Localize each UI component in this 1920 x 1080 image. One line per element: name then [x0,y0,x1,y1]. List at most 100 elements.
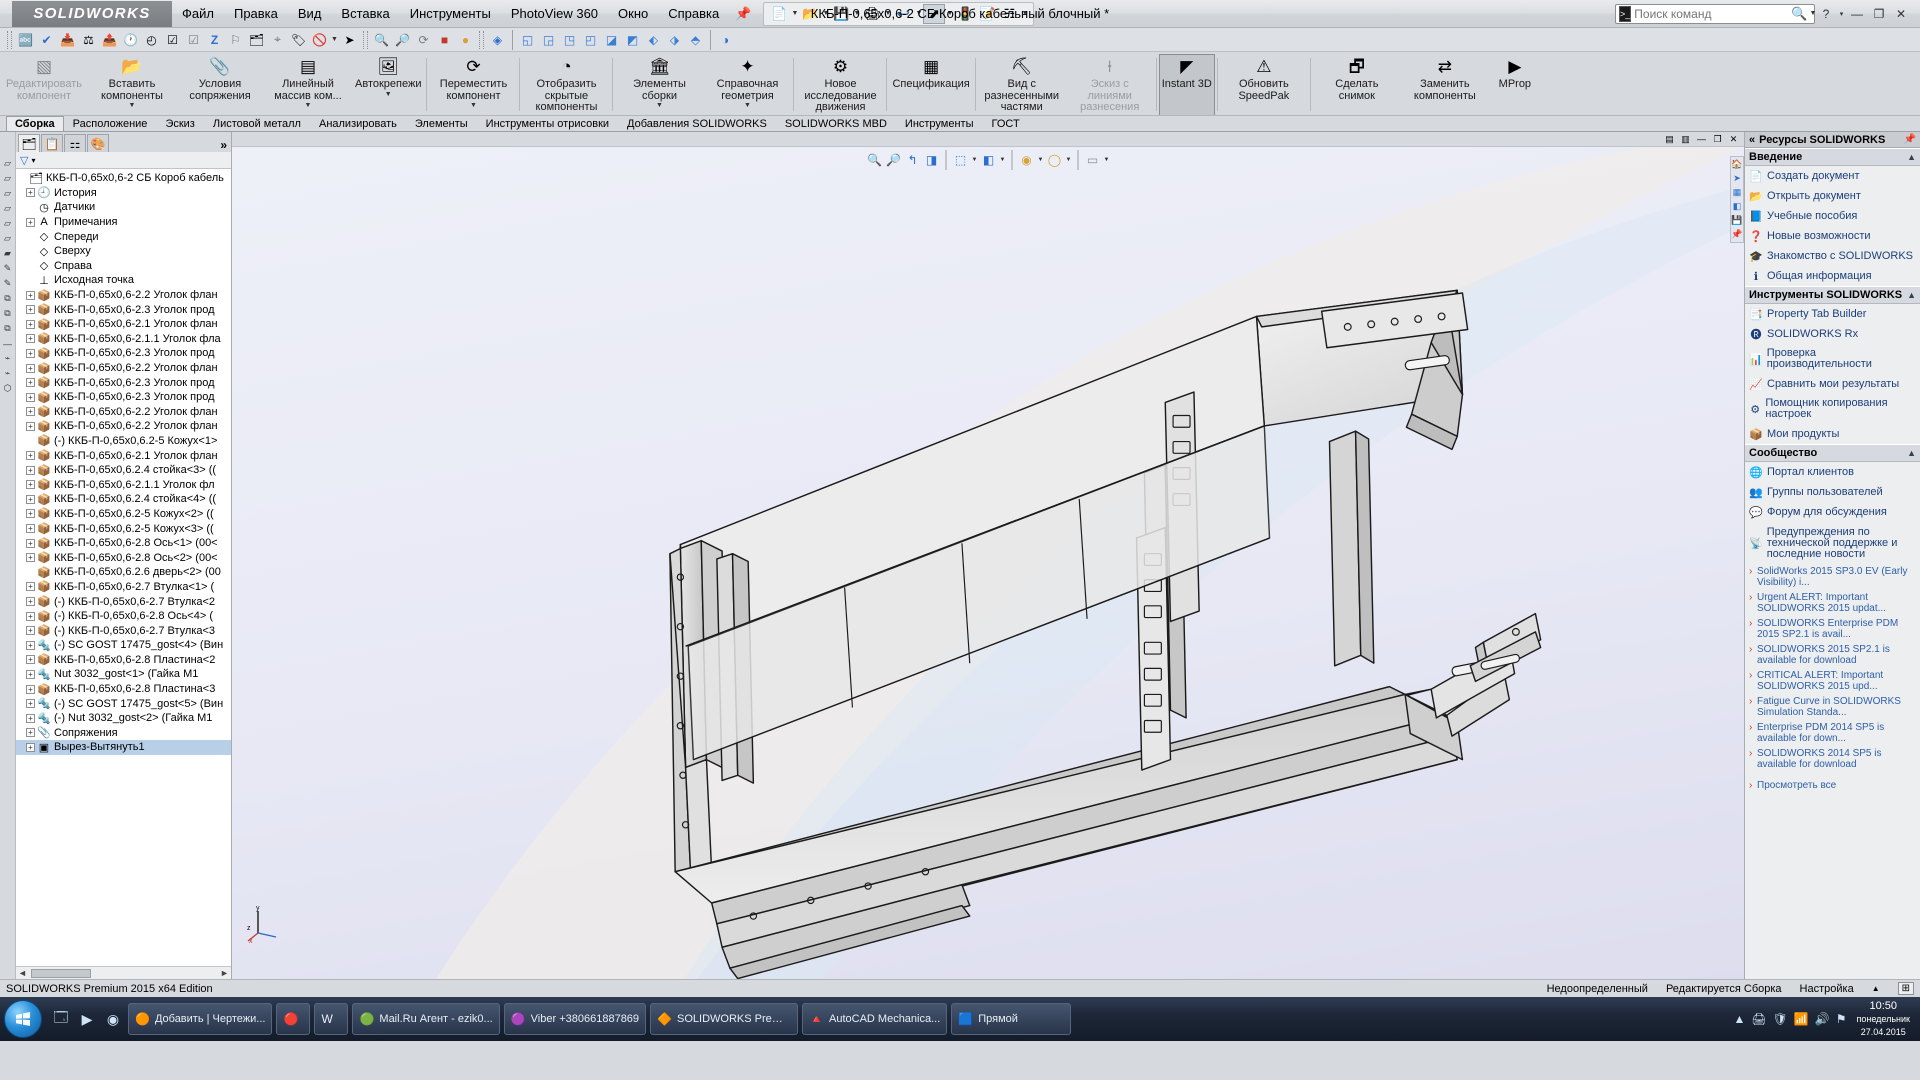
taskbar-opera-window[interactable]: 🔴 [276,1003,311,1035]
taskbar-browser-window[interactable]: 🟠 Добавить | Чертежи... [128,1003,273,1035]
rail-box-icon-4[interactable]: ▱ [1,201,15,216]
ribbon-take-snapshot[interactable]: 🗗 Сделать снимок [1313,54,1401,115]
tree-item[interactable]: + 📦 ККБ-П-0,65x0,6-2.2 Уголок флан [16,288,231,303]
tree-item[interactable]: + 📦 ККБ-П-0,65x0,6.2-5 Кожух<2> (( [16,507,231,522]
menu-photoview[interactable]: PhotoView 360 [501,0,608,28]
layer-icon[interactable]: 🗂 [246,30,267,50]
ribbon-caret-icon[interactable]: ▼ [470,102,477,109]
tree-item[interactable]: + 📦 ККБ-П-0,65x0,6-2.1.1 Уголок фла [16,332,231,347]
discussion-forum-link[interactable]: 💬 Форум для обсуждения [1745,502,1920,522]
restore-icon[interactable]: ❐ [1711,133,1724,145]
tree-expand-icon[interactable]: + [26,217,35,227]
graphics-area[interactable]: ▤ ▥ — ❐ ✕ 🔍 🔎 ↰ ◨ ⬚ ▼ ◧ ▼ ◉ ▼ ◯ ▼ ▭ ▼ 🏠 … [232,132,1744,979]
taskbar-solidworks-window[interactable]: 🔶 SOLIDWORKS Premi... [650,1003,799,1035]
general-info-link[interactable]: ℹ Общая информация [1745,266,1920,286]
red-square-icon[interactable]: ■ [434,30,455,50]
tree-item[interactable]: + 📎 Сопряжения [16,726,231,741]
arrow-icon[interactable]: ➤ [1733,173,1741,184]
news-link[interactable]: SOLIDWORKS Enterprise PDM 2015 SP2.1 is … [1745,616,1920,642]
tree-expand-icon[interactable]: + [26,684,35,694]
display-manager-tab[interactable]: 🎨 [87,134,109,152]
help-caret-icon[interactable]: ▾ [1837,10,1846,18]
minimize-button[interactable]: — [1846,4,1868,24]
tree-expand-icon[interactable]: + [26,640,35,650]
ribbon-caret-icon[interactable]: ▼ [385,91,392,98]
command-tab-9[interactable]: Инструменты [896,116,983,131]
chevron-up-icon[interactable]: ▲ [1907,290,1916,300]
tree-expand-icon[interactable]: + [26,188,35,198]
rail-box-icon-5[interactable]: ▱ [1,216,15,231]
ribbon-move-component[interactable]: ⟳ Переместить компонент ▼ [429,54,517,115]
grid-icon[interactable]: ▦ [1733,187,1742,198]
ribbon-caret-icon[interactable]: ▼ [129,102,136,109]
rail-box-icon-2[interactable]: ▱ [1,171,15,186]
ribbon-mate-conditions[interactable]: 📎 Условия сопряжения [176,54,264,115]
user-groups-link[interactable]: 👥 Группы пользователей [1745,482,1920,502]
tree-item[interactable]: + 📦 (-) ККБ-П-0,65x0,6-2.7 Втулка<2 [16,594,231,609]
tree-item[interactable]: + 📦 ККБ-П-0,65x0,6-2.8 Ось<2> (00< [16,550,231,565]
task-pane-body[interactable]: Введение ▲ 📄 Создать документ 📂 Открыть докум… [1745,148,1920,979]
tray-volume-icon[interactable]: 🔊 [1815,1012,1830,1026]
tree-item[interactable]: 📦 ККБ-П-0,65x0,6.2.6 дверь<2> (00 [16,565,231,580]
chevron-up-icon[interactable]: ▲ [1907,152,1916,162]
command-tab-5[interactable]: Элементы [406,116,477,131]
rail-box-icon-1[interactable]: ▱ [1,156,15,171]
menu-view[interactable]: Вид [288,0,332,28]
copy-settings-wizard-link[interactable]: ⚙ Помощник копирования настроек [1745,394,1920,424]
simulation-icon[interactable]: ◴ [141,30,162,50]
tile-2-icon[interactable]: ▥ [1679,133,1692,145]
tree-item[interactable]: + 📦 ККБ-П-0,65x0,6-2.2 Уголок флан [16,405,231,420]
tree-expand-icon[interactable]: + [26,465,35,475]
tree-item[interactable]: + 📦 ККБ-П-0,65x0,6-2.2 Уголок флан [16,361,231,376]
tree-expand-icon[interactable]: + [26,494,35,504]
ribbon-caret-icon[interactable]: ▼ [305,102,312,109]
rail-pen-icon-1[interactable]: ✎ [1,261,15,276]
tree-expand-icon[interactable]: + [26,509,35,519]
menu-tools[interactable]: Инструменты [400,0,501,28]
taskbar-direct-window[interactable]: 🟦 Прямой [951,1003,1072,1035]
view-tri-icon[interactable]: ⬗ [664,30,685,50]
tree-item[interactable]: + ▣ Вырез-Вытянуть1 [16,740,231,755]
tree-item[interactable]: + 📦 ККБ-П-0,65x0,6-2.8 Ось<1> (00< [16,536,231,551]
ribbon-bill-of-materials[interactable]: ▦ Спецификация [889,54,972,115]
ribbon-assembly-features[interactable]: 🏛 Элементы сборки ▼ [615,54,703,115]
scroll-thumb[interactable] [31,968,91,978]
show-desktop-icon[interactable]: 🗔 [48,1004,74,1034]
z-icon[interactable]: Z [204,30,225,50]
apply-scene-caret-icon[interactable]: ▼ [1065,157,1073,163]
menu-help[interactable]: Справка [658,0,729,28]
tree-item[interactable]: + 🕘 История [16,186,231,201]
tree-item[interactable]: + 📦 ККБ-П-0,65x0,6.2-5 Кожух<3> (( [16,521,231,536]
minimize-icon[interactable]: — [1695,133,1708,145]
save-icon[interactable]: 💾 [1731,215,1742,226]
display-pane-icon[interactable]: ▭ [1084,151,1102,169]
tree-expand-icon[interactable]: + [26,553,35,563]
tree-item[interactable]: + 📦 ККБ-П-0,65x0,6-2.3 Уголок прод [16,302,231,317]
restore-button[interactable]: ❐ [1868,4,1890,24]
display-style-icon[interactable]: ◧ [980,151,998,169]
rail-box-icon-7[interactable]: ▰ [1,246,15,261]
expand-panel-icon[interactable]: » [220,138,231,152]
ribbon-smart-fasteners[interactable]: 🖼 Автокрепежи ▼ [352,54,424,115]
tree-item[interactable]: + 📦 ККБ-П-0,65x0,6-2.8 Пластина<3 [16,682,231,697]
zoom-area-icon[interactable]: 🔍 [371,30,392,50]
tree-expand-icon[interactable]: + [26,582,35,592]
tree-item[interactable]: + 🔩 (-) SC GOST 17475_gost<4> (Вин [16,638,231,653]
news-link[interactable]: Urgent ALERT: Important SOLIDWORKS 2015 … [1745,590,1920,616]
tree-item[interactable]: ◷ Датчики [16,200,231,215]
tree-expand-icon[interactable]: + [26,480,35,490]
status-grid-icon[interactable]: ⊞ [1897,982,1914,995]
tree-item[interactable]: + 📦 ККБ-П-0,65x0,6-2.3 Уголок прод [16,390,231,405]
chevron-up-icon[interactable]: ▲ [1907,448,1916,458]
zoom-area-icon[interactable]: 🔎 [885,151,903,169]
rail-copy-icon-1[interactable]: ⧉ [1,306,15,321]
tree-expand-icon[interactable]: + [26,319,35,329]
tree-expand-icon[interactable]: + [26,305,35,315]
open-document-link[interactable]: 📂 Открыть документ [1745,186,1920,206]
scroll-right-icon[interactable]: ► [218,968,231,978]
tree-expand-icon[interactable]: + [26,597,35,607]
view-orientation-icon[interactable]: ◈ [487,30,508,50]
spell-check-icon[interactable]: 🔤 [15,30,36,50]
command-tab-4[interactable]: Анализировать [310,116,406,131]
view-dim-icon[interactable]: ⬘ [685,30,706,50]
